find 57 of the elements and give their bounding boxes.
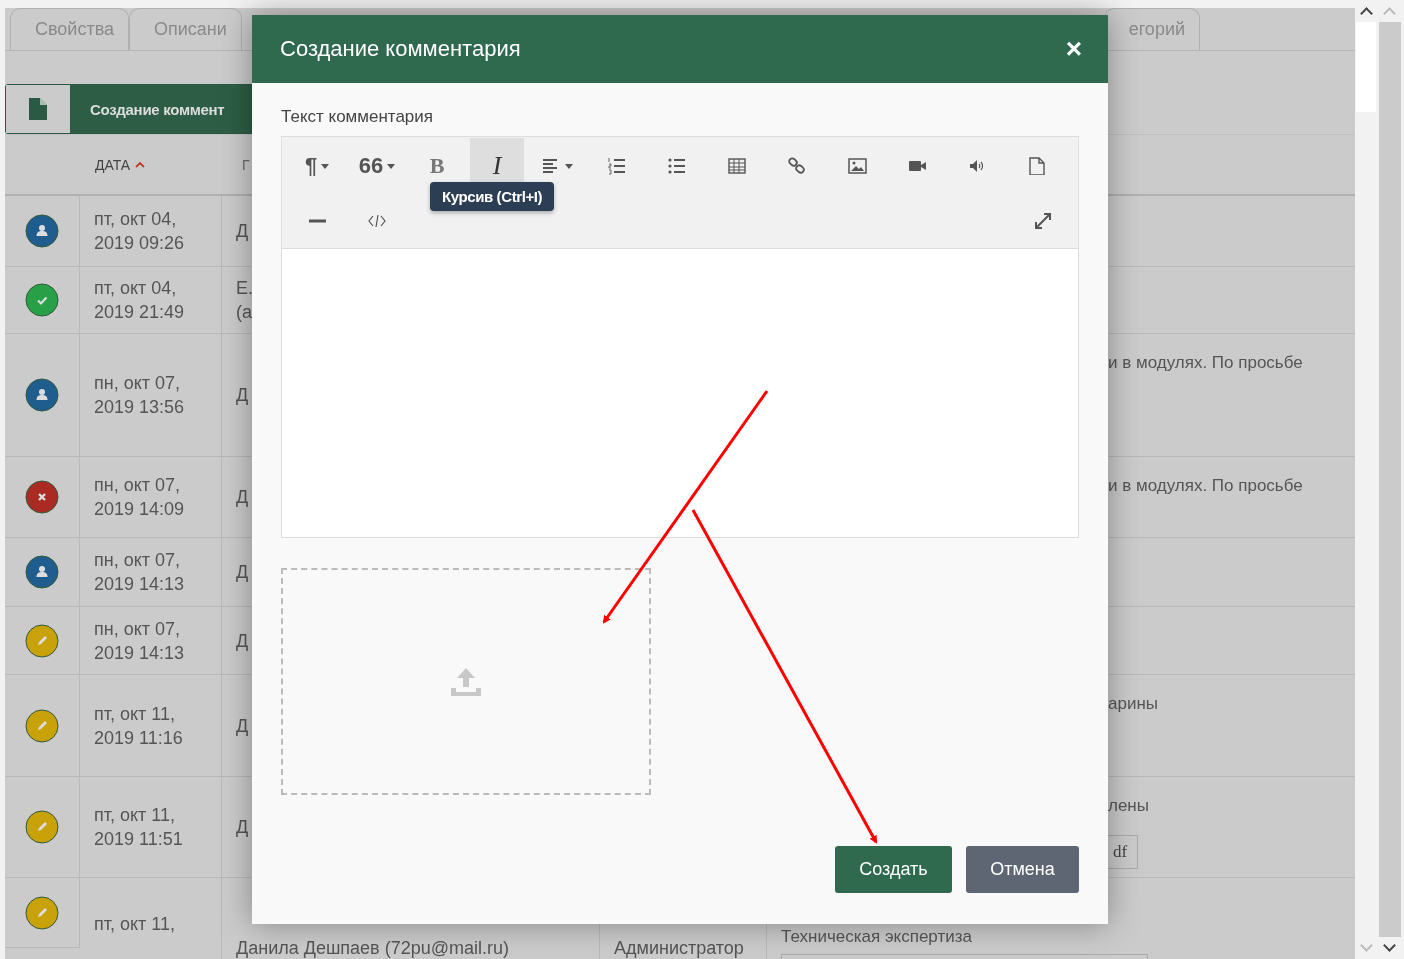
cancel-button[interactable]: Отмена [966,846,1079,893]
description-text: лены [1108,795,1149,817]
name-text: Д [236,561,250,584]
status-pencil-icon [25,623,59,658]
paragraph-button[interactable]: ¶ [287,138,347,194]
name-text: Д [236,220,250,243]
document-icon [29,98,47,120]
status-user-icon [25,378,59,412]
date-text: пт, окт 11, [94,913,177,936]
name-text: Д [236,816,250,839]
date-text: пт, окт 11, 2019 11:51 [94,804,184,851]
submit-button[interactable]: Создать [835,846,952,893]
scrollbar-thumb[interactable] [1356,22,1376,112]
date-text: пн, окт 07, 2019 14:13 [94,549,186,596]
column-header[interactable]: ДАТА [95,156,131,173]
status-pencil-icon [25,895,59,930]
status-user-icon [25,214,59,248]
field-label: Текст комментария [281,107,435,127]
table-icon [727,157,747,175]
date-text: пт, окт 04, 2019 21:49 [94,277,186,324]
name-text: Данила Дешпаев (72pu@mail.ru) [236,937,509,959]
line-icon [308,219,326,223]
column-header[interactable]: Г [242,156,250,173]
file-icon [1027,157,1047,175]
quote-button[interactable]: 66 [347,138,407,194]
name-text: Е. (а [236,277,254,324]
date-text: пн, окт 07, 2019 14:13 [94,617,186,665]
description-text: арины [1108,693,1158,715]
name-text: Д [236,384,250,407]
status-cross-icon [25,480,59,514]
name-text: Д [236,629,250,653]
link-icon [787,157,807,175]
date-text: пн, окт 07, 2019 14:09 [94,474,186,521]
date-text: пн, окт 07, 2019 13:56 [94,372,186,419]
date-text: пт, окт 11, 2019 11:16 [94,702,184,750]
status-check-icon [25,283,59,317]
description-text: и в модулях. По просьбе [1108,475,1303,497]
status-user-icon [25,555,59,589]
description-text: и в модулях. По просьбе [1108,352,1303,374]
status-pencil-icon [25,810,59,844]
caret-icon [387,163,396,169]
tooltip: Курсив (Ctrl+I) [430,182,555,211]
caret-icon [564,163,573,169]
code-icon [367,212,387,230]
bullet-list-icon [667,157,687,175]
description-text: Техническая экспертиза [781,926,972,948]
image-icon [847,157,867,175]
dialog-title: Создание комментария [280,36,521,62]
name-text: Д [236,486,250,509]
close-button[interactable]: × [1065,35,1082,63]
role-text: Администратор [614,937,744,959]
ordered-list-icon [607,157,627,175]
name-text: Д [236,714,250,738]
caret-icon [321,163,330,169]
date-text: пт, окт 04, 2019 09:26 [94,208,186,255]
status-pencil-icon [25,708,59,743]
expand-icon [1034,212,1052,230]
